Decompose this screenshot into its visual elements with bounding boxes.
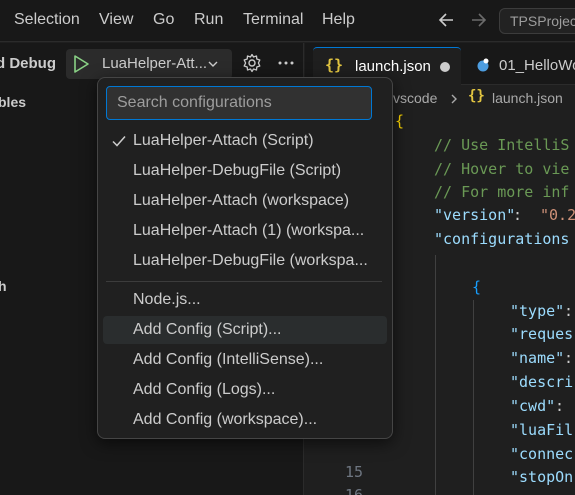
chevron-down-icon <box>208 61 218 67</box>
code-value: "0.2 <box>540 206 575 224</box>
quickpick-item[interactable]: Add Config (Logs)... <box>103 376 387 404</box>
run-config-selector[interactable]: LuaHelper-Att... <box>66 49 232 79</box>
menu-run[interactable]: Run <box>194 11 223 29</box>
code-key: "type" <box>510 302 565 320</box>
debug-view-title: d Debug <box>0 55 56 72</box>
code-punc: : <box>564 349 574 367</box>
quickpick-item[interactable]: LuaHelper-Attach (workspace) <box>103 187 387 215</box>
quickpick-item[interactable]: Node.js... <box>103 286 387 314</box>
code-punc: : <box>564 302 574 320</box>
tab-label: launch.json <box>355 58 431 75</box>
debug-config-quickpick: LuaHelper-Attach (Script) LuaHelper-Debu… <box>97 77 393 439</box>
quickpick-item[interactable]: LuaHelper-DebugFile (workspa... <box>103 247 387 275</box>
code-key: "reques <box>510 325 574 343</box>
quickpick-item-label: Add Config (workspace)... <box>133 411 318 428</box>
braces-icon: {} <box>468 88 485 104</box>
chevron-right-icon <box>451 94 457 104</box>
quickpick-item[interactable]: LuaHelper-DebugFile (Script) <box>103 157 387 185</box>
search-configurations-input[interactable] <box>106 86 372 120</box>
code-key: "luaFil <box>510 421 574 439</box>
quickpick-item[interactable]: LuaHelper-Attach (1) (workspa... <box>103 217 387 245</box>
quickpick-item-label: LuaHelper-Attach (workspace) <box>133 192 350 209</box>
menu-selection[interactable]: Selection <box>14 11 80 29</box>
code-punc: : <box>555 397 574 415</box>
code-key: "version" <box>434 206 516 224</box>
code-key: "cwd" <box>510 397 556 415</box>
quickpick-item[interactable]: LuaHelper-Attach (Script) <box>103 127 387 155</box>
braces-icon: {} <box>325 56 344 74</box>
code-text: // Hover to vie <box>434 160 570 178</box>
code-key: "name" <box>510 349 565 367</box>
forward-arrow-icon[interactable] <box>468 8 490 32</box>
code-text: // Use IntelliS <box>434 136 570 154</box>
code-line: 15 "connec <box>305 445 575 481</box>
watch-section-header[interactable]: h <box>0 278 7 294</box>
play-icon[interactable] <box>72 54 90 74</box>
unsaved-dot-icon[interactable] <box>440 62 450 72</box>
quickpick-item[interactable]: Add Config (Script)... <box>103 316 387 344</box>
menu-help[interactable]: Help <box>322 11 355 29</box>
quickpick-item-label: Add Config (Script)... <box>133 321 282 338</box>
breadcrumb-folder[interactable]: vscode <box>393 90 437 106</box>
menu-view[interactable]: View <box>99 11 133 29</box>
menu-go[interactable]: Go <box>153 11 174 29</box>
quickpick-item-label: Add Config (IntelliSense)... <box>133 351 324 368</box>
code-key: "stopOn <box>510 468 574 486</box>
code-key: "configurations <box>434 230 570 248</box>
quickpick-item-label: LuaHelper-DebugFile (workspa... <box>133 252 368 269</box>
back-arrow-icon[interactable] <box>435 8 457 32</box>
quickpick-item-label: Node.js... <box>133 291 201 308</box>
more-actions-icon[interactable] <box>276 53 296 73</box>
variables-section-header[interactable]: bles <box>0 94 26 110</box>
code-text: { <box>395 112 405 130</box>
command-center[interactable]: TPSProject <box>499 8 575 34</box>
quickpick-item[interactable]: Add Config (workspace)... <box>103 406 387 434</box>
breadcrumb-file[interactable]: launch.json <box>492 90 563 106</box>
line-number: 16 <box>344 486 363 495</box>
quickpick-item-label: LuaHelper-DebugFile (Script) <box>133 162 342 179</box>
check-icon <box>112 136 126 147</box>
menu-terminal[interactable]: Terminal <box>243 11 303 29</box>
quickpick-item-label: LuaHelper-Attach (Script) <box>133 132 314 149</box>
quickpick-item-label: Add Config (Logs)... <box>133 381 276 398</box>
code-text: { <box>472 278 482 296</box>
code-text: // For more inf <box>434 183 570 201</box>
menu-bar: Selection View Go Run Terminal Help TPSP… <box>0 0 575 42</box>
code-key: "descri <box>510 373 574 391</box>
tab-hello-world[interactable]: 01_HelloWo <box>463 47 575 85</box>
run-config-label: LuaHelper-Att... <box>102 55 208 72</box>
quickpick-separator <box>106 281 382 282</box>
quickpick-item[interactable]: Add Config (IntelliSense)... <box>103 346 387 374</box>
quickpick-item-label: LuaHelper-Attach (1) (workspa... <box>133 222 365 239</box>
code-line: 16 "stopOn <box>305 468 575 495</box>
command-center-label: TPSProject <box>510 13 575 29</box>
code-punc: : <box>513 206 532 224</box>
circle-icon <box>477 58 489 72</box>
gear-icon[interactable] <box>242 53 262 73</box>
tab-label: 01_HelloWo <box>499 57 575 74</box>
code-key: "connec <box>510 445 574 463</box>
